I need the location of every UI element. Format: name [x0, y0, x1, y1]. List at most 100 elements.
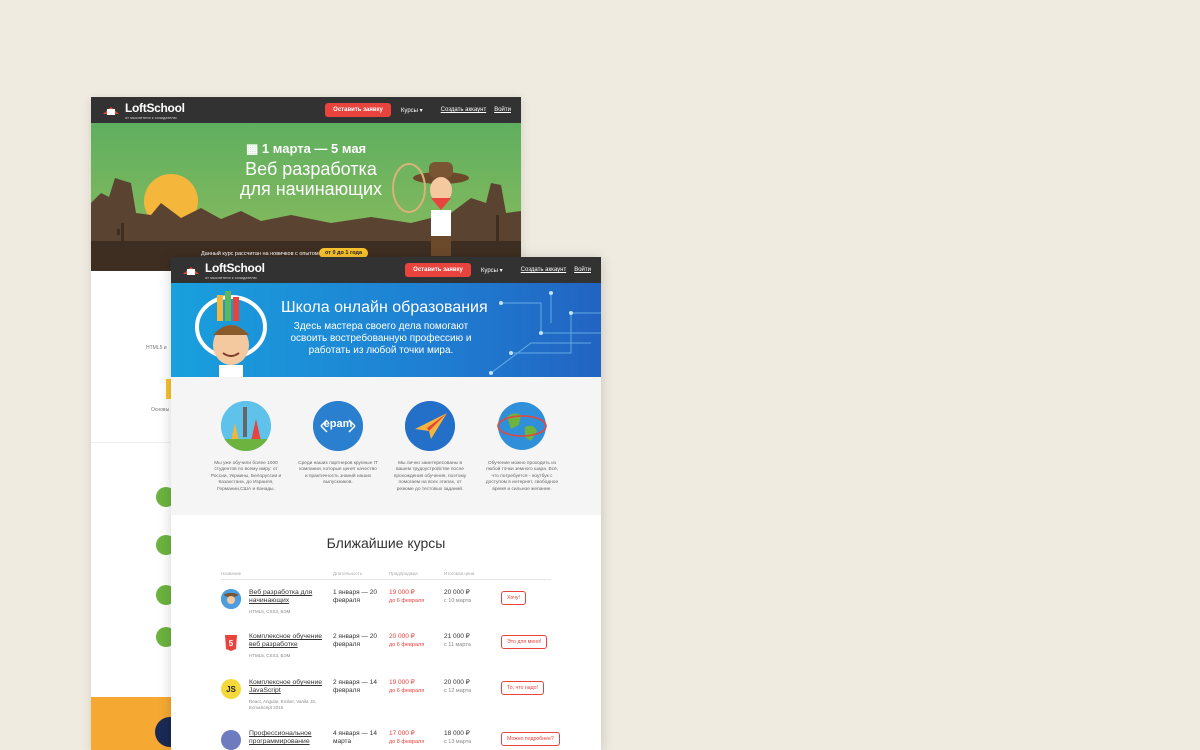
final-price-value: 18 000 ₽	[444, 730, 470, 737]
hero-banner: ▦ 1 марта — 5 мая Веб разработка для нач…	[91, 123, 521, 271]
presale-until: до 6 февраля	[389, 598, 425, 604]
course-dates: ▦ 1 марта — 5 мая	[246, 141, 366, 157]
js-icon: JS	[221, 679, 241, 699]
feature-text: Мы лично заинтересованы в вашем трудоуст…	[393, 461, 467, 492]
chevron-down-icon: ▾	[419, 107, 423, 114]
apply-button[interactable]: Оставить заявку	[325, 103, 391, 117]
final-from: с 10 марта	[444, 598, 472, 604]
top-navbar: LoftSchool от мыслителя к созидателю Ост…	[91, 97, 521, 123]
hero-title: Школа онлайн образования	[281, 299, 488, 316]
apply-button[interactable]: Оставить заявку	[405, 263, 471, 277]
side-text: HTML5 и	[146, 345, 167, 351]
brand-tagline: от мыслителя к созидателю	[205, 274, 257, 280]
top-navbar: LoftSchool от мыслителя к созидателю Ост…	[171, 257, 601, 283]
course-tags: React, Angular, Ember, Vanila JS, EcmaSc…	[249, 699, 317, 710]
feature-item: epam Среди наших партнеров крупные IT ко…	[298, 401, 378, 487]
features-section: Мы уже обучили более 1000 студентов по в…	[171, 377, 601, 515]
epam-logo-icon: epam	[313, 401, 363, 451]
presale-until: до 8 февраля	[389, 739, 425, 745]
course-name-link[interactable]: Комплексное обучение JavaScript	[249, 679, 329, 695]
final-from: с 11 марта	[444, 642, 471, 648]
courses-label: Курсы	[400, 107, 418, 114]
student-mascot-illustration	[195, 291, 267, 377]
side-text: Основы	[151, 407, 170, 413]
paper-plane-icon	[405, 401, 455, 451]
table-row: Веб разработка для начинающих HTML5, CSS…	[221, 589, 551, 635]
html5-icon: 5	[221, 633, 241, 653]
presale-until: до 6 февраля	[389, 688, 425, 694]
hero-date-text: 1 марта — 5 мая	[261, 141, 367, 156]
cowboy-avatar-icon	[221, 589, 241, 609]
presale-price: 17 000 ₽ до 8 февраля	[389, 730, 424, 746]
courses-section-title: Ближайшие курсы	[326, 535, 446, 551]
enroll-button[interactable]: Хочу!	[501, 591, 526, 605]
enroll-button[interactable]: То, что надо!	[501, 681, 544, 695]
course-dates: 1 января — 20 февраля	[333, 589, 377, 604]
login-link[interactable]: Войти	[494, 107, 511, 113]
create-account-link[interactable]: Создать аккаунт	[521, 267, 567, 273]
brand-tagline: от мыслителя к созидателю	[125, 114, 177, 120]
final-price-value: 20 000 ₽	[444, 679, 470, 686]
courses-label: Курсы	[480, 267, 498, 274]
course-dates: 2 января — 14 февраля	[333, 679, 377, 694]
front-page-screenshot: LoftSchool от мыслителя к созидателю Ост…	[171, 257, 601, 750]
header-final-price: Итоговая цена	[444, 571, 475, 576]
feature-text: Обучение можно проходить из любой точки …	[485, 461, 559, 492]
chevron-down-icon: ▾	[499, 267, 503, 274]
presale-price-value: 19 000 ₽	[389, 589, 415, 596]
courses-dropdown[interactable]: Курсы ▾	[481, 267, 503, 274]
final-price: 20 000 ₽ с 12 марта	[444, 679, 471, 695]
brand-logo[interactable]: LoftSchool от мыслителя к созидателю	[181, 261, 265, 280]
final-from: с 13 марта	[444, 739, 472, 745]
create-account-link[interactable]: Создать аккаунт	[441, 107, 487, 113]
course-name-link[interactable]: Комплексное обучение веб разработке	[249, 633, 329, 649]
presale-price: 19 000 ₽ до 6 февраля	[389, 589, 424, 605]
calendar-icon: ▦	[246, 141, 259, 156]
final-price-value: 21 000 ₽	[444, 633, 470, 640]
presale-price-value: 20 000 ₽	[389, 633, 415, 640]
feature-item: Обучение можно проходить из любой точки …	[482, 401, 562, 493]
feature-item: Мы уже обучили более 1000 студентов по в…	[206, 401, 286, 493]
final-price: 21 000 ₽ с 11 марта	[444, 633, 471, 649]
globe-icon	[497, 401, 547, 451]
header-name: Название	[221, 571, 242, 576]
final-from: с 12 марта	[444, 688, 472, 694]
table-row: 5 Комплексное обучение веб разработке HT…	[221, 633, 551, 679]
epam-logo-text: epam	[323, 418, 353, 430]
course-name-link[interactable]: Профессиональное программирование	[249, 730, 329, 746]
enroll-button[interactable]: Можно подробнее?	[501, 732, 560, 746]
logo-hat-icon	[101, 103, 121, 117]
hero-title: Веб разработка для начинающих	[239, 159, 383, 199]
final-price: 20 000 ₽ с 10 марта	[444, 589, 471, 605]
svg-text:5: 5	[229, 639, 234, 648]
hero-description: Здесь мастера своего дела помогают освои…	[290, 321, 472, 356]
feature-text: Мы уже обучили более 1000 студентов по в…	[210, 461, 282, 492]
presale-price-value: 19 000 ₽	[389, 679, 415, 686]
hero-banner: Школа онлайн образования Здесь мастера с…	[171, 283, 601, 377]
final-price: 18 000 ₽ с 13 марта	[444, 730, 471, 746]
brand-name: LoftSchool	[125, 100, 185, 115]
table-row: JS Комплексное обучение JavaScript React…	[221, 679, 551, 725]
table-row: Профессиональное программирование 4 янва…	[221, 730, 560, 750]
course-tags: HTML5, CSS3, БЭМ	[249, 653, 291, 658]
presale-price: 20 000 ₽ до 6 февраля	[389, 633, 424, 649]
presale-until: до 6 февраля	[389, 642, 425, 648]
logo-hat-icon	[181, 263, 201, 277]
header-duration: Длительность	[333, 571, 363, 576]
final-price-value: 20 000 ₽	[444, 589, 470, 596]
landmarks-icon	[221, 401, 271, 451]
feature-item: Мы лично заинтересованы в вашем трудоуст…	[390, 401, 470, 493]
course-name-link[interactable]: Веб разработка для начинающих	[249, 589, 329, 605]
course-dates: 4 января — 14 марта	[333, 730, 377, 745]
course-dates: 2 января — 20 февраля	[333, 633, 377, 648]
presale-price-value: 17 000 ₽	[389, 730, 415, 737]
enroll-button[interactable]: Это для меня!	[501, 635, 548, 649]
presale-price: 19 000 ₽ до 6 февраля	[389, 679, 424, 695]
brand-logo[interactable]: LoftSchool от мыслителя к созидателю	[101, 101, 185, 120]
header-presale: Предпродажа	[389, 571, 418, 576]
php-icon	[221, 730, 241, 750]
brand-name: LoftSchool	[205, 260, 265, 275]
courses-dropdown[interactable]: Курсы ▾	[401, 107, 423, 114]
course-tags: HTML5, CSS3, БЭМ	[249, 609, 291, 614]
login-link[interactable]: Войти	[574, 267, 591, 273]
